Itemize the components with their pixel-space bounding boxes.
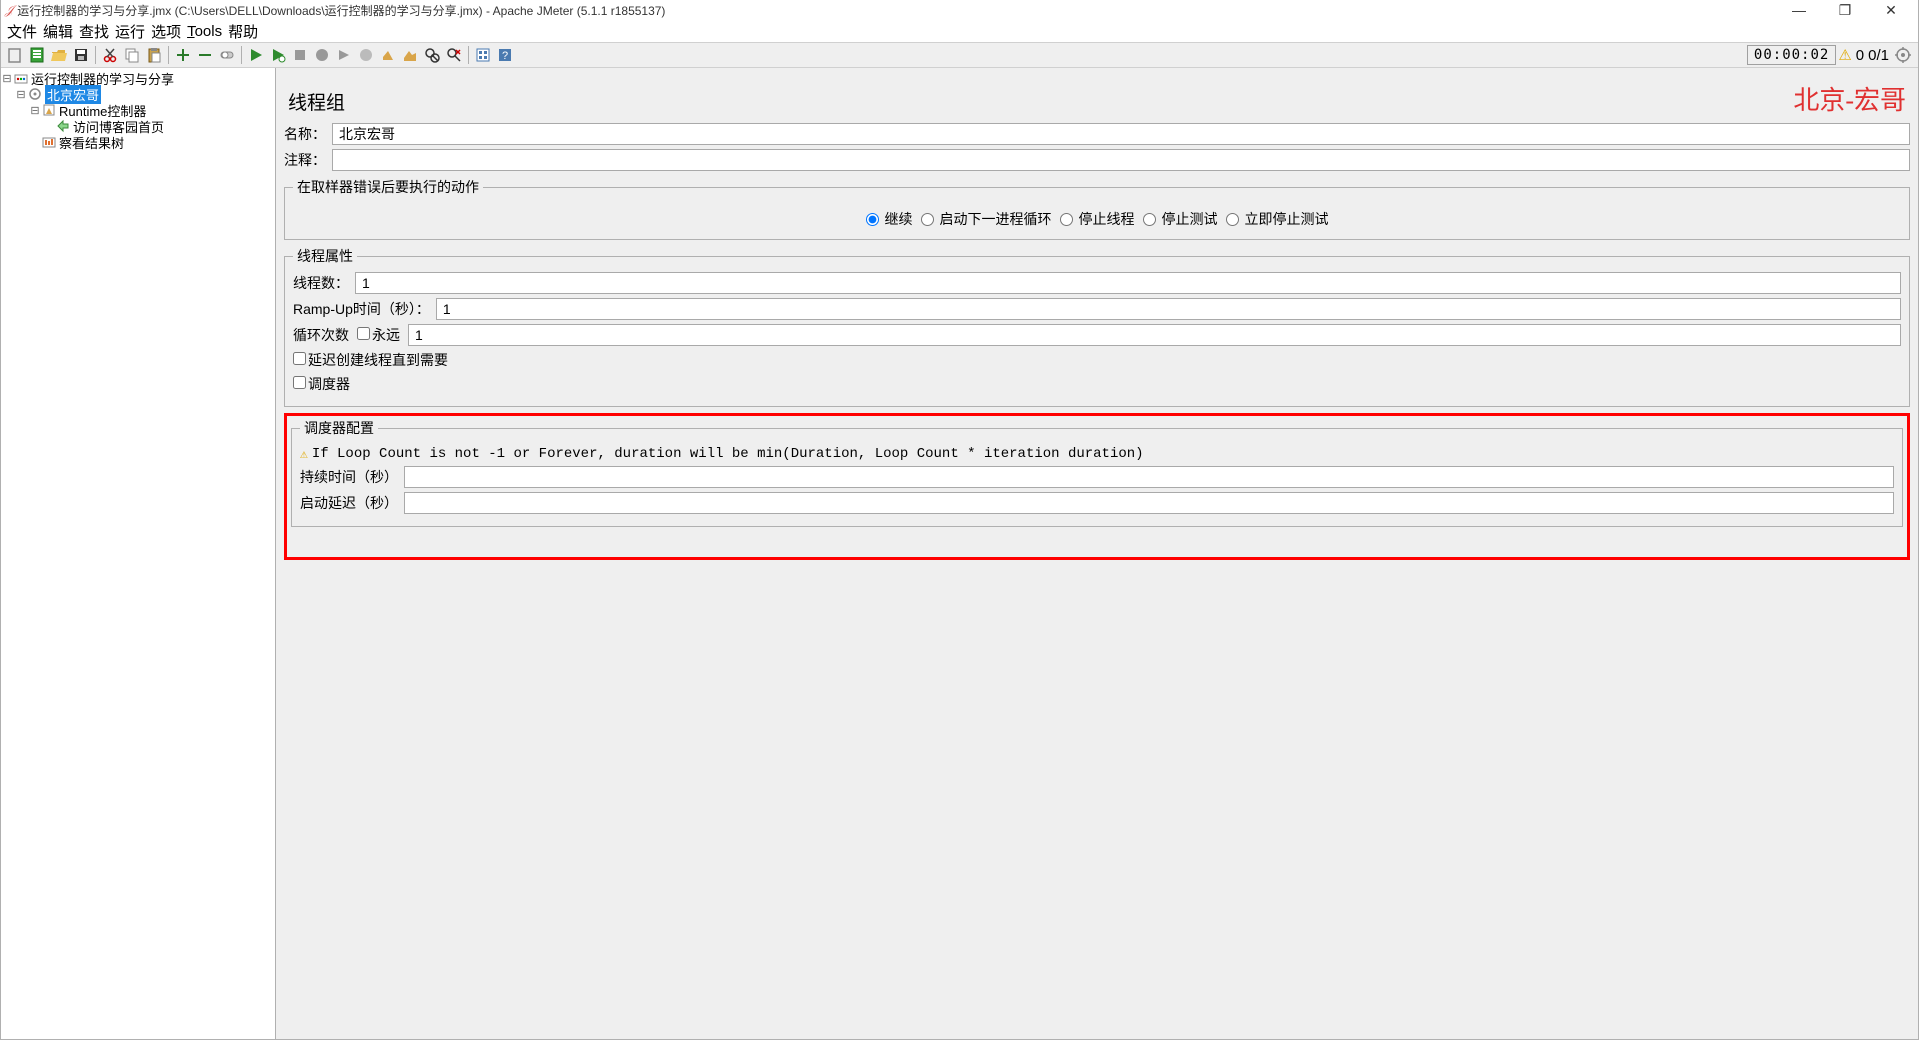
radio-continue[interactable]: 继续 — [866, 209, 913, 229]
controller-icon — [41, 103, 57, 117]
copy-icon[interactable] — [121, 44, 143, 66]
new-icon[interactable] — [4, 44, 26, 66]
start-no-pause-icon[interactable] — [267, 44, 289, 66]
testplan-icon — [13, 71, 29, 85]
elapsed-time: 00:00:02 — [1747, 45, 1836, 65]
shutdown-icon[interactable] — [311, 44, 333, 66]
threadgroup-icon — [27, 87, 43, 101]
tree-listener[interactable]: · 察看结果树 — [1, 134, 275, 150]
warning-count: 0 — [1856, 47, 1864, 64]
scheduler-highlight-box: 调度器配置 ⚠ If Loop Count is not -1 or Forev… — [284, 413, 1910, 560]
thread-props-legend: 线程属性 — [293, 246, 357, 266]
scheduler-warning-text: If Loop Count is not -1 or Forever, dura… — [312, 446, 1144, 462]
comment-label: 注释： — [284, 150, 328, 170]
menu-tools[interactable]: Tools — [185, 21, 224, 42]
panel-title: 线程组 — [288, 88, 345, 115]
menu-options[interactable]: 选项 — [149, 19, 183, 44]
startup-delay-label: 启动延迟（秒） — [300, 493, 400, 513]
ramp-input[interactable] — [436, 298, 1901, 320]
radio-stop-test[interactable]: 停止测试 — [1143, 209, 1218, 229]
tree-toggle-icon[interactable]: ⊟ — [1, 72, 13, 85]
scheduler-legend: 调度器配置 — [300, 418, 378, 438]
window-title: 运行控制器的学习与分享.jmx (C:\Users\DELL\Downloads… — [17, 2, 665, 19]
error-action-group: 在取样器错误后要执行的动作 继续 启动下一进程循环 停止线程 停止测试 立即停止… — [284, 177, 1910, 240]
paste-icon[interactable] — [143, 44, 165, 66]
watermark-text: 北京-宏哥 — [1793, 80, 1906, 117]
toolbar: ? 00:00:02 ⚠ 0 0/1 — [1, 42, 1918, 68]
duration-input[interactable] — [404, 466, 1894, 488]
cut-icon[interactable] — [99, 44, 121, 66]
remote-start-icon[interactable] — [333, 44, 355, 66]
minimize-button[interactable]: — — [1776, 2, 1822, 18]
thread-props-group: 线程属性 线程数： Ramp-Up时间（秒）： 循环次数 永远 延迟创建线程直到… — [284, 246, 1910, 407]
maximize-button[interactable]: ❐ — [1822, 2, 1868, 19]
menu-help[interactable]: 帮助 — [226, 19, 260, 44]
editor-panel: 线程组 北京-宏哥 名称： 注释： 在取样器错误后要执行的动作 继续 启动下一进… — [276, 68, 1918, 1039]
menu-edit[interactable]: 编辑 — [41, 19, 75, 44]
startup-delay-input[interactable] — [404, 492, 1894, 514]
clear-icon[interactable] — [377, 44, 399, 66]
forever-checkbox[interactable]: 永远 — [357, 325, 400, 345]
reset-search-icon[interactable] — [443, 44, 465, 66]
threads-input[interactable] — [355, 272, 1901, 294]
threads-label: 线程数： — [293, 273, 351, 293]
comment-input[interactable] — [332, 149, 1910, 171]
active-threads: 0/1 — [1868, 47, 1889, 64]
tree-listener-label: 察看结果树 — [59, 133, 124, 152]
menu-run[interactable]: 运行 — [113, 19, 147, 44]
radio-stop-now[interactable]: 立即停止测试 — [1226, 209, 1329, 229]
name-label: 名称： — [284, 124, 328, 144]
collapse-icon[interactable] — [194, 44, 216, 66]
sampler-icon — [55, 119, 71, 133]
radio-next-loop[interactable]: 启动下一进程循环 — [921, 209, 1052, 229]
threads-icon — [1895, 47, 1911, 63]
listener-icon — [41, 135, 57, 149]
titlebar: 𝒥 运行控制器的学习与分享.jmx (C:\Users\DELL\Downloa… — [1, 0, 1918, 20]
ramp-label: Ramp-Up时间（秒）： — [293, 299, 432, 319]
warning-icon[interactable]: ⚠ — [1838, 46, 1851, 64]
toggle-icon[interactable] — [216, 44, 238, 66]
svg-text:?: ? — [502, 50, 508, 62]
open-icon[interactable] — [48, 44, 70, 66]
expand-icon[interactable] — [172, 44, 194, 66]
templates-icon[interactable] — [26, 44, 48, 66]
scheduler-group: 调度器配置 ⚠ If Loop Count is not -1 or Forev… — [291, 418, 1903, 527]
scheduler-checkbox[interactable]: 调度器 — [293, 374, 350, 394]
menu-search[interactable]: 查找 — [77, 19, 111, 44]
radio-stop-thread[interactable]: 停止线程 — [1060, 209, 1135, 229]
close-button[interactable]: ✕ — [1868, 2, 1914, 19]
help-icon[interactable]: ? — [494, 44, 516, 66]
function-helper-icon[interactable] — [472, 44, 494, 66]
loop-label: 循环次数 — [293, 325, 349, 345]
error-action-legend: 在取样器错误后要执行的动作 — [293, 177, 483, 197]
tree-http-request[interactable]: · 访问博客园首页 — [1, 118, 275, 134]
warning-icon: ⚠ — [300, 447, 308, 462]
loop-input[interactable] — [408, 324, 1901, 346]
save-icon[interactable] — [70, 44, 92, 66]
tree-panel[interactable]: ⊟ 运行控制器的学习与分享 ⊟ 北京宏哥 ⊟ Runtime控制器 · 访问博客… — [1, 68, 276, 1039]
duration-label: 持续时间（秒） — [300, 467, 400, 487]
delay-create-checkbox[interactable]: 延迟创建线程直到需要 — [293, 350, 448, 370]
menu-file[interactable]: 文件 — [5, 19, 39, 44]
menubar: 文件 编辑 查找 运行 选项 Tools 帮助 — [1, 20, 1918, 42]
tree-toggle-icon[interactable]: ⊟ — [15, 88, 27, 101]
clear-all-icon[interactable] — [399, 44, 421, 66]
tree-root[interactable]: ⊟ 运行控制器的学习与分享 — [1, 70, 275, 86]
stop-icon[interactable] — [289, 44, 311, 66]
tree-toggle-icon[interactable]: ⊟ — [29, 104, 41, 117]
search-icon[interactable] — [421, 44, 443, 66]
name-input[interactable] — [332, 123, 1910, 145]
app-icon: 𝒥 — [5, 3, 13, 18]
start-icon[interactable] — [245, 44, 267, 66]
remote-stop-icon[interactable] — [355, 44, 377, 66]
